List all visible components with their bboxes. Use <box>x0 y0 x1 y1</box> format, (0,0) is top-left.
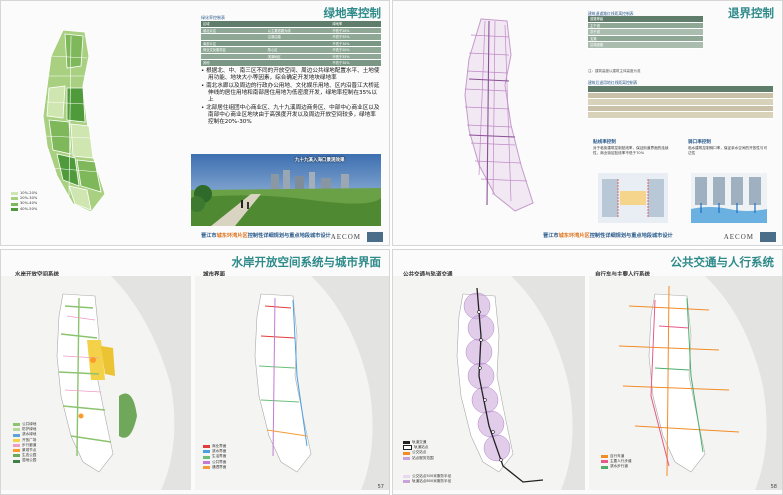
bullet-item: • 南北水廊以及周边的行政办公用地、文化娱乐用地、区内沿晋江大桥延伸线的居住用地… <box>201 82 380 104</box>
green-ratio-table: 区域 绿地率 城北片区 以主要道路为线 不低于20% 沿湖沿路 不低于35% 南部片区不… <box>201 21 381 67</box>
page-title: 退界控制 <box>728 6 774 20</box>
setback-map <box>464 18 534 212</box>
page-title: 水岸开放空间系统与城市界面 <box>231 255 382 269</box>
page-number: 57 <box>377 484 384 490</box>
transit-legend-radius: 公交站点500米服务半径 轨道站点800米服务半径 <box>403 474 451 484</box>
page-setback: 退界控制 建筑退道路红线距离控制表 道路等级 主干道 次干道 支路 沿湖道路 注… <box>392 0 783 246</box>
page-number: 58 <box>770 484 777 490</box>
map-legend: 10%-20% 20%-30% 30%-40% 40%-50% <box>11 191 37 212</box>
page-title: 绿地率控制 <box>323 6 382 20</box>
bullet-item: • 北部居住组团中心商业区、九十九溪周边商务区、中部中心商业区以及南部中心商业区… <box>201 105 380 126</box>
estuary-photo: 九十九溪入海口景观效果 <box>191 154 381 226</box>
bullet-item: • 根据北、中、南三区不同的开放空间、周边公共绿地配置水平、土地使用功能、地块大… <box>201 68 380 82</box>
cover-thumbnail <box>367 232 383 242</box>
page-title: 公共交通与人行系统 <box>670 255 775 269</box>
page-waterfront-open-space: 水岸开放空间系统与城市界面 水岸开放空间系统 城市界面 公共绿地 防护绿地 滨水… <box>0 249 390 495</box>
page-green-ratio: 绿地率控制 10%-20% 20%-30% 30%-40% 40%-50% 绿化… <box>0 0 390 246</box>
aecom-logo: AECOM <box>723 233 754 241</box>
transit-legend: 轨道交通 轨道站点 公交站点 站点服务范围 <box>403 440 434 461</box>
setback-table-lot <box>588 86 773 119</box>
frontage-diagram <box>598 173 668 223</box>
urban-interface-legend: 商业界面 滨水界面 生活界面 公共界面 通透界面 <box>203 444 226 470</box>
page-transit-pedestrian: 公共交通与人行系统 公共交通与轨道交通 自行车与主要人行系统 轨道交通 轨道站点… <box>392 249 783 495</box>
waterfront-opening-note: 骑口率控制 临水建筑控制骑口率，保证亲水空间的开放性与可达性 <box>688 140 768 155</box>
waterfront-diagram <box>691 173 767 223</box>
green-ratio-map <box>42 29 106 213</box>
aecom-logo: AECOM <box>330 233 361 241</box>
setback-table-road: 道路等级 主干道 次干道 支路 沿湖道路 <box>588 16 703 49</box>
frontage-ratio-note: 贴线率控制 对于临街建筑控制贴线率，保证街道界面的连续性，商业街区贴线率不低于7… <box>593 140 669 155</box>
cover-thumbnail <box>760 232 776 242</box>
open-space-legend: 公共绿地 防护绿地 滨水绿地 开放广场 步行廊道 景观节点 生态公园 湿地公园 <box>13 422 36 464</box>
photo-caption: 九十九溪入海口景观效果 <box>295 158 345 163</box>
policy-bullets: • 根据北、中、南三区不同的开放空间、周边公共绿地配置水平、土地使用功能、地块大… <box>201 68 381 127</box>
report-footer: 晋江市城东环湾片区控制性详细规划与重点地段城市设计 <box>201 233 331 239</box>
table1-note: 注：建筑高度以建筑主体高度为准 <box>588 69 641 73</box>
pedestrian-legend: 自行车道 主要人行步道 滨水步行道 <box>601 454 632 470</box>
report-footer: 晋江市城东环湾片区控制性详细规划与重点地段城市设计 <box>543 233 673 239</box>
